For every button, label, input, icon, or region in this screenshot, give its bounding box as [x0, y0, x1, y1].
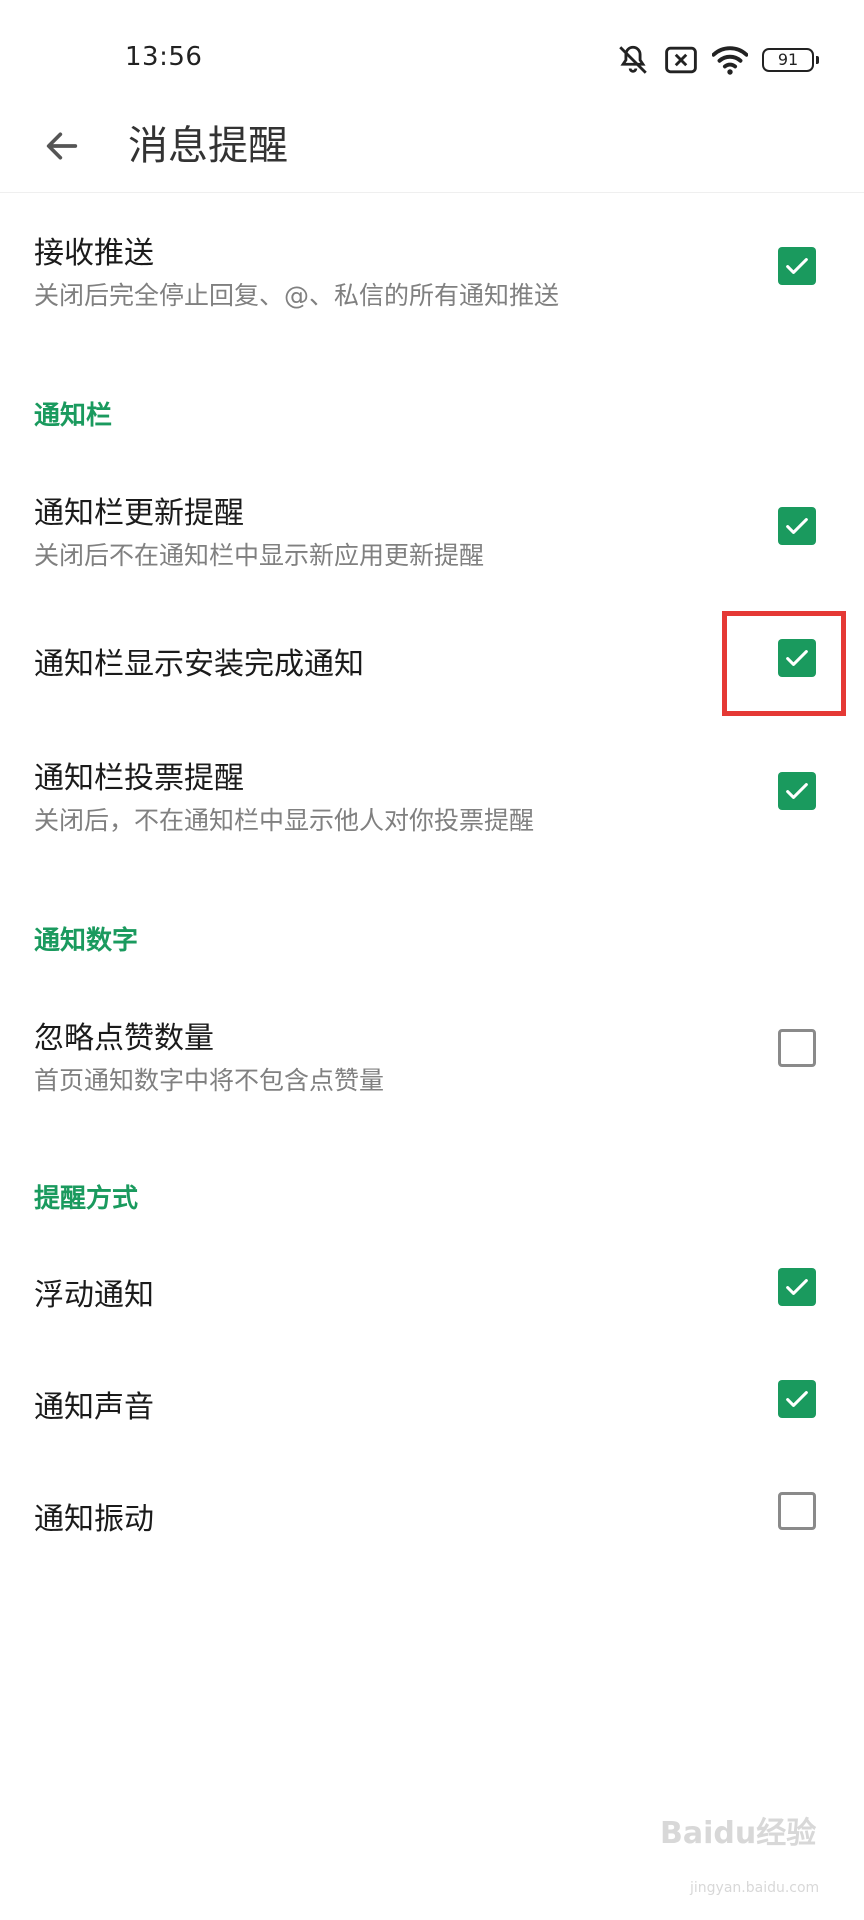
setting-receive-push[interactable]: 接收推送 关闭后完全停止回复、@、私信的所有通知推送: [0, 210, 864, 320]
watermark-url: jingyan.baidu.com: [690, 1880, 820, 1896]
section-header-notification-bar: 通知栏: [34, 401, 113, 431]
battery-icon: 91: [762, 48, 819, 72]
setting-title: 浮动通知: [34, 1278, 154, 1313]
setting-subtitle: 关闭后完全停止回复、@、私信的所有通知推送: [34, 281, 560, 310]
setting-subtitle: 关闭后不在通知栏中显示新应用更新提醒: [34, 541, 485, 570]
receive-push-checkbox[interactable]: [778, 247, 816, 285]
checkmark-icon: [786, 258, 808, 274]
setting-title: 通知栏更新提醒: [34, 496, 244, 531]
status-time: 13:56: [125, 42, 203, 72]
checkmark-icon: [786, 1391, 808, 1407]
setting-subtitle: 关闭后，不在通知栏中显示他人对你投票提醒: [34, 806, 535, 835]
setting-title: 通知振动: [34, 1502, 154, 1537]
setting-ignore-likes[interactable]: 忽略点赞数量 首页通知数字中将不包含点赞量: [0, 995, 864, 1105]
setting-update-reminder[interactable]: 通知栏更新提醒 关闭后不在通知栏中显示新应用更新提醒: [0, 470, 864, 580]
watermark-brand: Baidu经验: [660, 1816, 817, 1851]
checkmark-icon: [786, 518, 808, 534]
section-header-notification-count: 通知数字: [34, 926, 139, 956]
ignore-likes-checkbox[interactable]: [778, 1029, 816, 1067]
highlight-box: [722, 611, 846, 716]
setting-title: 通知栏投票提醒: [34, 761, 244, 796]
setting-title: 忽略点赞数量: [34, 1021, 214, 1056]
page-title: 消息提醒: [128, 123, 288, 169]
back-button[interactable]: [34, 118, 90, 174]
setting-title: 通知声音: [34, 1390, 154, 1425]
arrow-left-icon: [46, 132, 78, 160]
notification-sound-checkbox[interactable]: [778, 1380, 816, 1418]
app-bar: 消息提醒: [0, 100, 864, 193]
battery-level: 91: [777, 50, 799, 69]
status-icons: 91: [616, 42, 819, 78]
no-sim-icon: [664, 45, 698, 75]
setting-floating-notification[interactable]: 浮动通知: [0, 1250, 864, 1350]
mute-icon: [616, 43, 650, 77]
floating-notification-checkbox[interactable]: [778, 1268, 816, 1306]
setting-notification-vibration[interactable]: 通知振动: [0, 1474, 864, 1574]
checkmark-icon: [786, 1279, 808, 1295]
checkmark-icon: [786, 783, 808, 799]
setting-title: 接收推送: [34, 236, 154, 271]
setting-title: 通知栏显示安装完成通知: [34, 647, 364, 682]
notification-vibration-checkbox[interactable]: [778, 1492, 816, 1530]
setting-notification-sound[interactable]: 通知声音: [0, 1362, 864, 1462]
setting-subtitle: 首页通知数字中将不包含点赞量: [34, 1066, 385, 1095]
update-reminder-checkbox[interactable]: [778, 507, 816, 545]
wifi-icon: [712, 45, 748, 75]
section-header-reminder-method: 提醒方式: [34, 1184, 139, 1214]
vote-reminder-checkbox[interactable]: [778, 772, 816, 810]
setting-vote-reminder[interactable]: 通知栏投票提醒 关闭后，不在通知栏中显示他人对你投票提醒: [0, 735, 864, 845]
